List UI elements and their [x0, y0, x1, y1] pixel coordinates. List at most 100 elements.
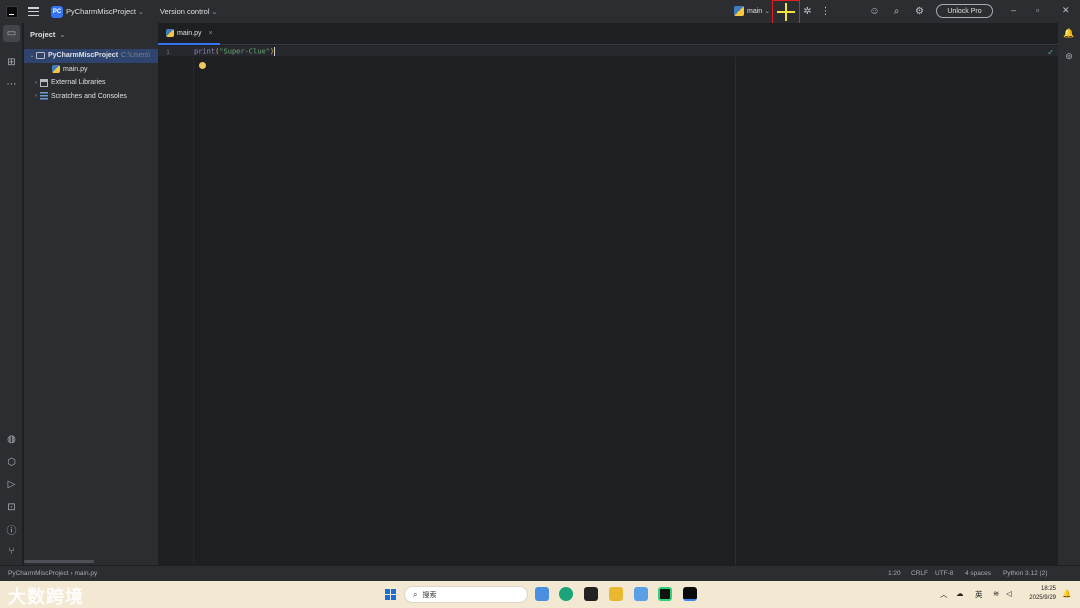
breadcrumb-file[interactable]: main.py — [74, 570, 97, 577]
run-configuration-selector[interactable]: main ⌄ — [734, 6, 770, 16]
run-tool-icon[interactable]: ▷ — [5, 478, 18, 491]
chevron-down-icon: ⌄ — [764, 8, 771, 15]
indent-setting[interactable]: 4 spaces — [965, 570, 991, 577]
git-icon[interactable]: ⑂ — [5, 545, 18, 558]
close-tab-icon[interactable]: × — [209, 30, 213, 37]
project-panel-title[interactable]: Project ⌄ — [30, 30, 65, 39]
chevron-down-icon[interactable]: ⌄ — [28, 52, 36, 59]
cloud-icon[interactable]: ☁ — [956, 589, 964, 598]
windows-taskbar: 大数跨境 ⌕ 搜索 ︿ ☁ 英 ≋ ◁ 18:25 2025/9/29 🔔 — [0, 581, 1080, 608]
python-interpreter[interactable]: Python 3.12 (2) — [1003, 570, 1047, 577]
editor: main.py × 1 print("Super-Clue") ✓ — [158, 23, 1058, 565]
project-switcher[interactable]: PyCharmMiscProject — [66, 7, 136, 16]
services-icon[interactable]: ⬡ — [5, 456, 18, 469]
input-language[interactable]: 英 — [975, 589, 983, 600]
project-tree: ⌄ PyCharmMiscProject C:\Users\ main.py ›… — [24, 49, 158, 103]
windows-start-icon[interactable] — [385, 589, 396, 600]
tree-item-scratches[interactable]: › Scratches and Consoles — [24, 90, 158, 104]
version-control-menu[interactable]: Version control — [160, 7, 210, 16]
close-icon[interactable]: ✕ — [1062, 5, 1070, 16]
title-bar: PC PyCharmMiscProject ⌄ Version control … — [0, 0, 1080, 24]
code-function: print — [194, 47, 216, 56]
scratches-icon — [40, 92, 48, 101]
wifi-icon[interactable]: ≋ — [993, 589, 999, 598]
pycharm-logo-icon — [6, 5, 18, 18]
plus-icon — [777, 3, 795, 21]
unlock-pro-button[interactable]: Unlock Pro — [936, 4, 993, 18]
pycharm-taskbar-icon[interactable] — [683, 587, 697, 601]
tree-root-path: C:\Users\ — [121, 52, 151, 60]
notification-bell-icon[interactable]: 🔔 — [1062, 589, 1071, 598]
terminal-icon[interactable]: ⊡ — [5, 501, 18, 514]
tree-item-label: Scratches and Consoles — [51, 92, 127, 100]
tree-item-root[interactable]: ⌄ PyCharmMiscProject C:\Users\ — [24, 49, 158, 63]
project-badge[interactable]: PC — [51, 5, 63, 18]
system-clock[interactable]: 18:25 2025/9/29 — [1029, 585, 1056, 603]
right-tool-strip: 🔔 ⊚ — [1058, 23, 1080, 565]
python-file-icon — [52, 65, 60, 74]
more-tools-icon[interactable]: ⋯ — [5, 78, 18, 91]
editor-tabs: main.py × — [158, 23, 1058, 45]
breadcrumb-project[interactable]: PyCharmMiscProject — [8, 570, 69, 577]
library-icon — [40, 78, 48, 87]
file-explorer-icon[interactable] — [609, 587, 623, 601]
taskbar-app-icon[interactable] — [658, 587, 672, 601]
text-caret — [274, 47, 276, 56]
search-icon[interactable]: ⌕ — [891, 6, 902, 17]
ai-assistant-icon[interactable]: ⊚ — [1063, 51, 1075, 63]
code-line-1[interactable]: print("Super-Clue") — [194, 47, 276, 56]
tray-overflow-icon[interactable]: ︿ — [940, 589, 948, 600]
notifications-icon[interactable]: 🔔 — [1063, 28, 1075, 40]
minimize-icon[interactable]: – — [1011, 5, 1016, 15]
horizontal-scrollbar[interactable] — [24, 560, 94, 563]
chevron-down-icon: ⌄ — [59, 32, 66, 39]
lightbulb-icon[interactable] — [199, 62, 206, 69]
tree-item-external-libraries[interactable]: › External Libraries — [24, 76, 158, 90]
chevron-down-icon[interactable]: ⌄ — [138, 8, 144, 16]
main-menu-icon[interactable] — [28, 7, 39, 16]
tree-item-main-py[interactable]: main.py — [24, 63, 158, 77]
caret-position[interactable]: 1:20 — [888, 570, 901, 577]
chevron-right-icon[interactable]: › — [32, 80, 40, 86]
python-file-icon — [734, 6, 744, 16]
chevron-down-icon[interactable]: ⌄ — [212, 8, 218, 16]
chevron-right-icon[interactable]: › — [32, 93, 40, 99]
current-line-highlight — [158, 46, 1058, 56]
taskbar-search[interactable]: ⌕ 搜索 — [404, 586, 528, 603]
taskbar-app-icon[interactable] — [584, 587, 598, 601]
project-panel-title-label: Project — [30, 30, 56, 39]
debug-icon[interactable]: ✲ — [802, 6, 813, 17]
project-panel: Project ⌄ ⌄ PyCharmMiscProject C:\Users\… — [24, 23, 158, 565]
tree-item-label: main.py — [63, 65, 88, 73]
status-bar: PyCharmMiscProject › main.py 1:20 CRLF U… — [0, 565, 1080, 581]
watermark-logo: 大数跨境 — [8, 587, 84, 608]
no-problems-check-icon[interactable]: ✓ — [1047, 48, 1054, 57]
project-tool-icon[interactable]: ▭ — [3, 25, 20, 42]
edge-browser-icon[interactable] — [559, 587, 573, 601]
tree-root-label: PyCharmMiscProject — [48, 52, 119, 60]
tab-label: main.py — [177, 29, 202, 37]
folder-icon — [36, 52, 45, 60]
left-tool-strip: ▭ ⊞ ⋯ ◍ ⬡ ▷ ⊡ ⓘ ⑂ — [0, 23, 23, 565]
python-packages-icon[interactable]: ◍ — [5, 433, 18, 446]
maximize-icon[interactable]: ▫ — [1036, 5, 1039, 15]
code-string: "Super-Clue" — [219, 47, 270, 56]
collaboration-icon[interactable]: ☺ — [869, 6, 880, 17]
tab-main-py[interactable]: main.py × — [158, 23, 220, 45]
indent-guide — [193, 57, 194, 565]
taskbar-app-icon[interactable] — [634, 587, 648, 601]
settings-icon[interactable]: ⚙ — [914, 6, 925, 17]
add-configuration-button[interactable] — [772, 0, 800, 24]
file-encoding[interactable]: UTF-8 — [935, 570, 953, 577]
breadcrumb: PyCharmMiscProject › main.py — [8, 570, 97, 577]
more-options-icon[interactable]: ⋮ — [820, 6, 831, 17]
line-number: 1 — [166, 48, 170, 56]
problems-icon[interactable]: ⓘ — [5, 523, 18, 537]
line-separator[interactable]: CRLF — [911, 570, 928, 577]
right-margin-guide — [735, 57, 736, 565]
clock-time: 18:25 — [1040, 586, 1056, 592]
taskbar-app-icon[interactable] — [535, 587, 549, 601]
taskbar-search-label: 搜索 — [422, 591, 437, 599]
structure-tool-icon[interactable]: ⊞ — [5, 56, 18, 69]
volume-icon[interactable]: ◁ — [1006, 589, 1012, 598]
